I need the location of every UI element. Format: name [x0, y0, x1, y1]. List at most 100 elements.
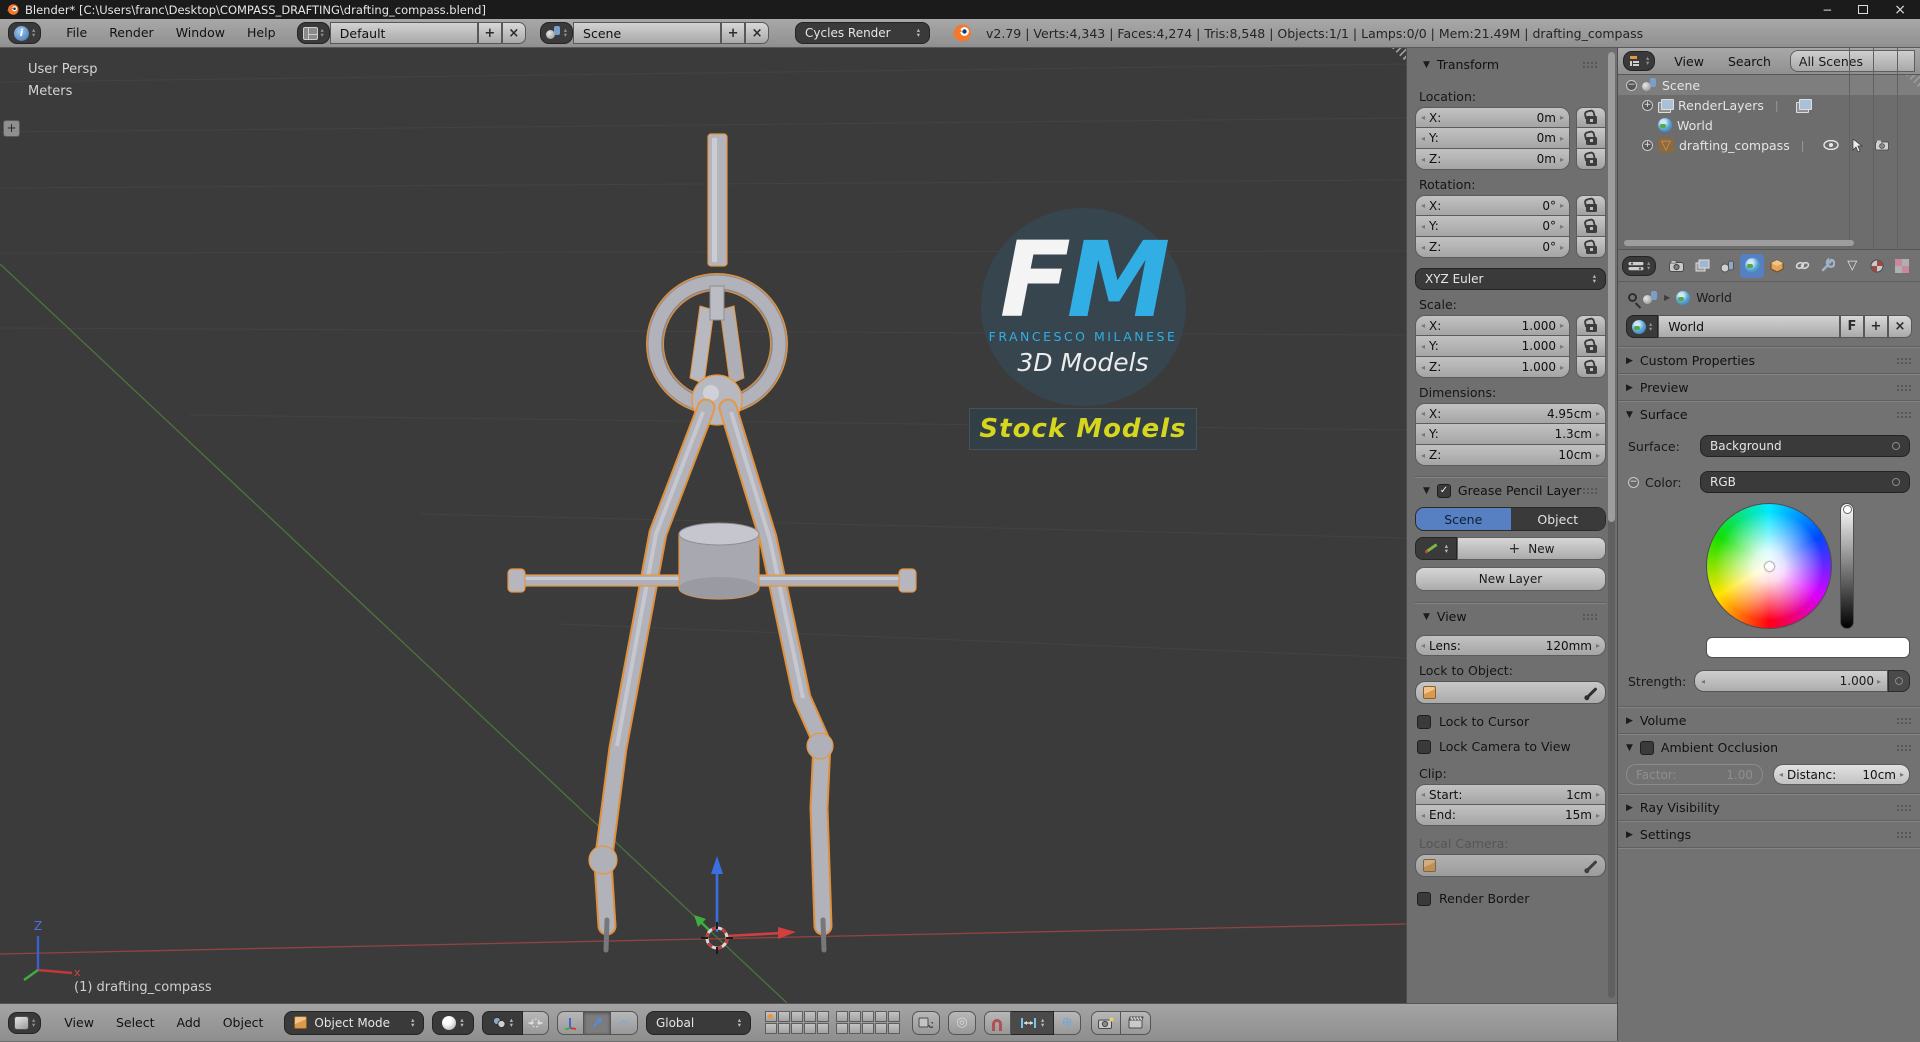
add-scene-button[interactable]: +: [721, 22, 746, 44]
snap-target-button[interactable]: ⊕: [1054, 1010, 1082, 1035]
render-animation-button[interactable]: [1121, 1010, 1152, 1035]
outliner-item-drafting-compass[interactable]: + ▽ drafting_compass |: [1618, 135, 1920, 155]
clip-start-field[interactable]: ◂ Start: 1cm ▸: [1415, 784, 1606, 805]
panel-grip-icon[interactable]: [1896, 356, 1912, 365]
lock-to-scene-toggle[interactable]: [911, 1010, 940, 1035]
toolshelf-open-tab[interactable]: +: [3, 120, 20, 137]
close-button[interactable]: ×: [1894, 2, 1906, 18]
scale-x-field[interactable]: ◂ X: 1.000 ▸: [1415, 315, 1570, 336]
location-z-field[interactable]: ◂ Z: 0m ▸: [1415, 149, 1570, 170]
viewport-3d[interactable]: User Persp Meters + FM FRANCESCO MILANES…: [0, 48, 1406, 1003]
dimension-y-field[interactable]: ◂ Y: 1.3cm ▸: [1415, 424, 1606, 445]
pivot-align-toggle[interactable]: [522, 1010, 549, 1035]
outliner-menu-view[interactable]: View: [1663, 48, 1715, 75]
tab-constraints[interactable]: [1790, 254, 1814, 278]
selectable-cursor-icon[interactable]: [1852, 138, 1864, 152]
outliner-item-renderlayers[interactable]: + RenderLayers |: [1618, 95, 1920, 115]
scale-y-field[interactable]: ◂ Y: 1.000 ▸: [1415, 336, 1570, 357]
tab-object[interactable]: [1765, 254, 1789, 278]
lock-location-z-button[interactable]: [1576, 149, 1606, 170]
color-wheel[interactable]: [1706, 503, 1832, 629]
lock-to-object-field[interactable]: [1415, 681, 1606, 704]
tab-render[interactable]: [1665, 254, 1689, 278]
lock-scale-z-button[interactable]: [1576, 357, 1606, 378]
transform-panel-header[interactable]: ▼ Transform: [1415, 48, 1606, 77]
eyedropper-icon[interactable]: [1586, 687, 1598, 698]
snap-element-dropdown[interactable]: ▴ ▾: [1010, 1010, 1055, 1035]
dimension-x-field[interactable]: ◂ X: 4.95cm ▸: [1415, 403, 1606, 424]
surface-shader-dropdown[interactable]: Background: [1700, 435, 1910, 457]
lens-field[interactable]: ◂ Lens: 120mm ▸: [1415, 635, 1606, 656]
outliner-item-world[interactable]: World: [1618, 115, 1920, 135]
custom-properties-header[interactable]: ▶ Custom Properties: [1618, 347, 1920, 373]
layer-grid-right[interactable]: [835, 1011, 900, 1034]
panel-grip-icon[interactable]: [1896, 716, 1912, 725]
lock-camera-row[interactable]: Lock Camera to View: [1417, 739, 1604, 754]
expand-icon[interactable]: +: [1642, 99, 1653, 111]
proportional-edit-dropdown[interactable]: ◎: [947, 1010, 976, 1035]
manipulator-toggle-button[interactable]: [556, 1010, 584, 1035]
render-border-checkbox[interactable]: [1417, 891, 1431, 906]
renderable-camera-icon[interactable]: [1875, 140, 1890, 151]
strength-socket-button[interactable]: [1888, 670, 1910, 692]
tab-texture[interactable]: [1890, 254, 1914, 278]
lock-scale-y-button[interactable]: [1576, 336, 1606, 357]
grease-pencil-panel-header[interactable]: ▼ ✓ Grease Pencil Layer: [1415, 477, 1606, 503]
menu-object[interactable]: Object: [212, 1004, 275, 1042]
pin-icon[interactable]: [1628, 293, 1637, 302]
layer-1[interactable]: [764, 1011, 777, 1022]
ao-factor-field[interactable]: Factor: 1.00: [1626, 764, 1763, 785]
color-input-dropdown[interactable]: RGB: [1700, 471, 1910, 493]
pivot-point-dropdown[interactable]: ▴ ▾: [481, 1010, 523, 1035]
ambient-occlusion-checkbox[interactable]: [1639, 740, 1654, 755]
lock-to-cursor-row[interactable]: Lock to Cursor: [1417, 714, 1604, 729]
layer-grid-left[interactable]: [764, 1011, 829, 1034]
panel-grip-icon[interactable]: [1582, 612, 1598, 621]
menu-file[interactable]: File: [55, 19, 98, 47]
render-opengl-button[interactable]: [1091, 1010, 1122, 1035]
new-layer-button[interactable]: New Layer: [1415, 567, 1606, 591]
snap-toggle-button[interactable]: [983, 1010, 1011, 1035]
render-engine-dropdown[interactable]: Cycles Render ▴ ▾: [795, 22, 931, 44]
menu-view[interactable]: View: [53, 1004, 105, 1042]
maximize-button[interactable]: [1858, 5, 1869, 14]
lock-camera-checkbox[interactable]: [1417, 739, 1431, 754]
minimize-button[interactable]: −: [1822, 3, 1832, 17]
manipulator-translate-button[interactable]: ↗: [583, 1010, 611, 1035]
world-name-field[interactable]: World: [1658, 315, 1840, 338]
close-scene-button[interactable]: ×: [745, 22, 770, 44]
strength-slider[interactable]: ◂ 1.000 ▸: [1694, 670, 1888, 692]
world-browse-dropdown[interactable]: ▴ ▾: [1626, 315, 1659, 338]
tab-scene[interactable]: [1715, 254, 1739, 278]
editor-type-selector[interactable]: ▴ ▾: [1622, 255, 1657, 276]
dimension-z-field[interactable]: ◂ Z: 10cm ▸: [1415, 445, 1606, 466]
panel-grip-icon[interactable]: [1896, 383, 1912, 392]
collapse-icon[interactable]: −: [1626, 79, 1637, 91]
ray-visibility-header[interactable]: ▶ Ray Visibility: [1618, 794, 1920, 820]
rotation-mode-dropdown[interactable]: XYZ Euler ▴ ▾: [1415, 268, 1606, 290]
unplug-icon[interactable]: −: [1628, 476, 1639, 488]
expand-icon[interactable]: +: [1642, 139, 1653, 151]
grease-pencil-object-tab[interactable]: Object: [1510, 508, 1605, 530]
mode-dropdown[interactable]: Object Mode ▴ ▾: [284, 1010, 425, 1035]
ao-distance-field[interactable]: ◂ Distanc: 10cm ▸: [1773, 764, 1910, 785]
value-slider-handle[interactable]: [1842, 505, 1852, 514]
tab-world[interactable]: [1740, 253, 1765, 278]
menu-select[interactable]: Select: [105, 1004, 166, 1042]
tab-material[interactable]: [1865, 254, 1889, 278]
grease-pencil-checkbox[interactable]: ✓: [1436, 483, 1451, 498]
editor-type-selector[interactable]: ▴ ▾: [1623, 51, 1656, 71]
eyedropper-icon[interactable]: [1586, 860, 1598, 871]
outliner-horizontal-scrollbar[interactable]: [1624, 240, 1854, 246]
rotation-y-field[interactable]: ◂ Y: 0° ▸: [1415, 216, 1570, 237]
lock-rotation-x-button[interactable]: [1576, 195, 1606, 216]
editor-type-selector[interactable]: ▴ ▾: [8, 1011, 42, 1034]
scene-name-field[interactable]: Scene: [573, 22, 722, 44]
location-x-field[interactable]: ◂ X: 0m ▸: [1415, 107, 1570, 128]
lock-location-x-button[interactable]: [1576, 107, 1606, 128]
tab-render-layers[interactable]: [1690, 254, 1714, 278]
close-layout-button[interactable]: ×: [501, 22, 526, 44]
render-border-row[interactable]: Render Border: [1417, 891, 1604, 906]
menu-help[interactable]: Help: [236, 19, 287, 47]
visibility-eye-icon[interactable]: [1823, 140, 1840, 150]
